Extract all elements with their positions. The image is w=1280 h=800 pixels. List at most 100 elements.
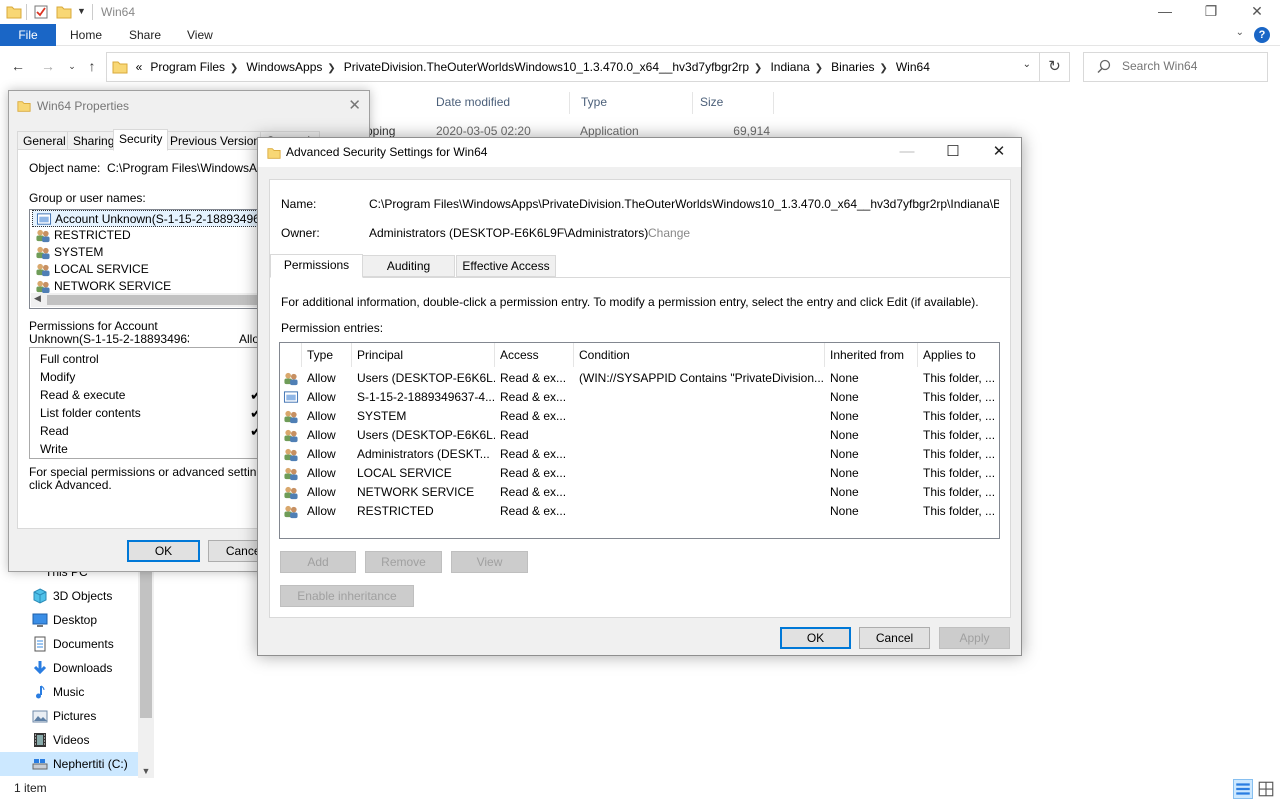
properties-title: Win64 Properties [37,99,130,113]
tab-general[interactable]: General [17,131,72,151]
table-row[interactable]: Allow SYSTEM Read & ex... None This folder, … [280,407,999,426]
view-button[interactable]: View [451,551,528,573]
close-button[interactable]: ✕ [1234,0,1280,24]
app-user-icon [283,391,299,403]
users-icon [284,429,298,443]
address-bar[interactable]: « Program Files ❯ WindowsApps ❯ PrivateDiv… [106,52,1040,82]
forward-button[interactable]: → [38,56,58,76]
minimize-button[interactable]: — [1142,0,1188,24]
breadcrumb-binaries[interactable]: Binaries [831,53,874,81]
column-applies-to[interactable]: Applies to [918,343,999,367]
breadcrumb-indiana[interactable]: Indiana [770,53,809,81]
table-row[interactable]: Allow S-1-15-2-1889349637-4... Read & ex..… [280,388,999,407]
chevron-right-icon[interactable]: ❯ [810,63,828,74]
enable-inheritance-button[interactable]: Enable inheritance [280,585,414,607]
chevron-right-icon[interactable]: ❯ [225,63,243,74]
expand-ribbon-icon[interactable]: ⌄ [1236,27,1244,38]
sidebar-item-drive-c[interactable]: Nephertiti (C:) [0,752,138,776]
entry-inherited-from: None [830,504,859,518]
sidebar-item-desktop[interactable]: Desktop [0,608,138,632]
cancel-button[interactable]: Cancel [859,627,930,649]
sidebar-item-downloads[interactable]: Downloads [0,656,138,680]
scroll-left-icon[interactable]: ◀ [34,293,41,304]
address-history-icon[interactable]: ⌄ [1023,59,1031,70]
table-row[interactable]: Allow Users (DESKTOP-E6K6L... Read & ex...… [280,369,999,388]
customize-quick-access-icon[interactable]: ▼ [77,6,86,16]
up-button[interactable]: ↑ [82,56,102,76]
tab-view[interactable]: View [173,24,227,46]
scroll-down-icon[interactable]: ▼ [138,766,154,776]
tab-share[interactable]: Share [115,24,175,46]
column-date-modified[interactable]: Date modified [430,92,570,114]
remove-button[interactable]: Remove [365,551,442,573]
tab-auditing[interactable]: Auditing [362,255,455,277]
address-overflow[interactable]: « [131,53,147,81]
permission-entries-label: Permission entries: [281,321,384,335]
entry-inherited-from: None [830,485,859,499]
properties-icon[interactable] [33,4,49,20]
table-row[interactable]: Allow Users (DESKTOP-E6K6L... Read None This… [280,426,999,445]
chevron-right-icon[interactable]: ❯ [875,63,893,74]
breadcrumb-package[interactable]: PrivateDivision.TheOuterWorldsWindows10_… [344,53,749,81]
permission-name: Full control [40,352,99,366]
search-box[interactable] [1083,52,1268,82]
tab-previous-versions[interactable]: Previous Versions [164,131,273,151]
entry-applies-to: This folder, ... [923,371,996,385]
column-type[interactable]: Type [575,92,693,114]
close-button[interactable]: ✕ [976,138,1022,167]
change-owner-link[interactable]: Change [648,226,690,240]
details-view-button[interactable] [1233,779,1253,799]
table-row[interactable]: Allow Administrators (DESKT... Read & ex..… [280,445,999,464]
large-icons-view-button[interactable] [1256,779,1276,799]
column-inherited-from[interactable]: Inherited from [825,343,918,367]
scrollbar-thumb[interactable] [47,295,257,305]
users-icon [284,505,298,519]
column-principal[interactable]: Principal [352,343,495,367]
tab-effective-access[interactable]: Effective Access [456,255,556,277]
users-icon [284,486,298,500]
users-icon [36,246,50,260]
column-type[interactable]: Type [302,343,352,367]
chevron-right-icon[interactable]: ❯ [322,63,340,74]
tab-permissions[interactable]: Permissions [270,254,363,278]
column-condition[interactable]: Condition [574,343,825,367]
new-folder-icon[interactable] [56,4,72,20]
maximize-button[interactable]: ☐ [930,138,976,167]
sidebar-item-documents[interactable]: Documents [0,632,138,656]
sidebar-scrollbar[interactable]: ▼ [138,560,154,778]
tab-home[interactable]: Home [56,24,116,46]
add-button[interactable]: Add [280,551,356,573]
help-icon[interactable]: ? [1254,27,1270,43]
close-icon[interactable]: ✕ [348,96,361,114]
dialog-title-bar: Advanced Security Settings for Win64 — ☐… [258,138,1021,167]
sidebar-item-3d-objects[interactable]: 3D Objects [0,584,138,608]
column-size[interactable]: Size [694,92,774,114]
table-row[interactable]: Allow RESTRICTED Read & ex... None This fold… [280,502,999,521]
sidebar-item-music[interactable]: Music [0,680,138,704]
scrollbar-thumb[interactable] [140,566,152,718]
object-name-value: C:\Program Files\WindowsApps [107,161,257,175]
recent-locations-button[interactable]: ⌄ [62,56,82,76]
table-row[interactable]: Allow LOCAL SERVICE Read & ex... None This f… [280,464,999,483]
entry-inherited-from: None [830,447,859,461]
minimize-button[interactable]: — [884,138,930,167]
breadcrumb-program-files[interactable]: Program Files [150,53,225,81]
apply-button[interactable]: Apply [939,627,1010,649]
search-input[interactable] [1122,59,1262,73]
tab-security[interactable]: Security [113,129,169,151]
breadcrumb-win64[interactable]: Win64 [896,53,930,81]
back-button[interactable]: ← [8,56,28,76]
entry-type: Allow [307,447,336,461]
breadcrumb-windowsapps[interactable]: WindowsApps [246,53,322,81]
refresh-button[interactable]: ↻ [1040,52,1070,82]
ok-button[interactable]: OK [780,627,851,649]
restore-button[interactable]: ❐ [1188,0,1234,24]
sidebar-item-pictures[interactable]: Pictures [0,704,138,728]
chevron-right-icon[interactable]: ❯ [749,63,767,74]
column-access[interactable]: Access [495,343,574,367]
permission-entries-table[interactable]: Type Principal Access Condition Inherite… [279,342,1000,539]
sidebar-item-videos[interactable]: Videos [0,728,138,752]
ok-button[interactable]: OK [127,540,200,562]
table-row[interactable]: Allow NETWORK SERVICE Read & ex... None This… [280,483,999,502]
file-tab[interactable]: File [0,24,56,46]
